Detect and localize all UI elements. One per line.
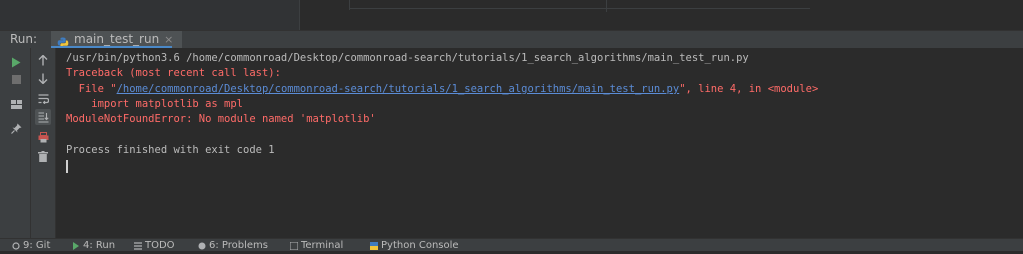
warning-icon — [198, 242, 206, 250]
console-traceback-code-line: import matplotlib as mpl — [66, 98, 244, 110]
tool-window-label: Python Console — [381, 240, 459, 251]
tool-window-bar: 9: Git 4: Run TODO 6: Problems Terminal … — [0, 238, 1023, 251]
run-panel-label: Run: — [10, 32, 38, 46]
tool-window-run[interactable]: 4: Run — [72, 240, 115, 252]
stop-icon[interactable] — [8, 71, 24, 87]
divider — [299, 0, 300, 30]
run-console-output[interactable]: /usr/bin/python3.6 /home/commonroad/Desk… — [56, 48, 1023, 238]
scroll-to-end-icon[interactable] — [35, 109, 51, 125]
tool-window-label: 4: Run — [83, 240, 116, 251]
file-path-link[interactable]: /home/commonroad/Desktop/commonroad-sear… — [117, 83, 680, 95]
text-cursor — [66, 160, 68, 173]
divider — [606, 0, 607, 12]
arrow-down-icon[interactable] — [35, 70, 51, 86]
divider — [350, 8, 810, 9]
tool-window-todo[interactable]: TODO — [134, 240, 175, 252]
rerun-icon[interactable] — [8, 54, 24, 70]
pin-icon[interactable] — [8, 120, 24, 136]
run-icon — [72, 242, 80, 250]
tool-window-terminal[interactable]: Terminal — [289, 240, 344, 252]
tool-window-label: 9: Git — [23, 240, 51, 251]
tool-window-label: TODO — [145, 240, 175, 251]
editor-area-top — [0, 0, 1023, 30]
run-toolbar-primary — [0, 48, 31, 238]
run-tab-label: main_test_run — [74, 32, 160, 46]
run-toolbar-secondary — [31, 48, 56, 238]
python-console-icon — [370, 242, 378, 250]
console-exit-message: Process finished with exit code 1 — [66, 144, 275, 156]
arrow-up-icon[interactable] — [35, 52, 51, 68]
console-text: File " — [66, 83, 117, 95]
trash-icon[interactable] — [35, 148, 51, 164]
console-error-message: ModuleNotFoundError: No module named 'ma… — [66, 113, 376, 125]
git-icon — [12, 242, 20, 250]
restore-layout-icon[interactable] — [8, 96, 24, 112]
console-text: ", line 4, in <module> — [679, 83, 819, 95]
tool-window-python-console[interactable]: Python Console — [370, 240, 459, 252]
project-panel-edge — [0, 0, 299, 30]
tool-window-label: Terminal — [301, 240, 344, 251]
tool-window-label: 6: Problems — [209, 240, 269, 251]
terminal-icon — [289, 241, 299, 251]
console-command-line: /usr/bin/python3.6 /home/commonroad/Desk… — [66, 52, 749, 64]
tool-window-git[interactable]: 9: Git — [12, 240, 50, 252]
console-traceback-header: Traceback (most recent call last): — [66, 67, 281, 79]
soft-wrap-icon[interactable] — [35, 91, 51, 107]
tool-window-problems[interactable]: 6: Problems — [198, 240, 268, 252]
print-icon[interactable] — [35, 129, 51, 145]
close-icon[interactable]: × — [164, 34, 173, 45]
python-icon — [57, 34, 69, 48]
list-icon — [134, 242, 142, 250]
console-traceback-file-line: File "/home/commonroad/Desktop/commonroa… — [66, 82, 819, 98]
